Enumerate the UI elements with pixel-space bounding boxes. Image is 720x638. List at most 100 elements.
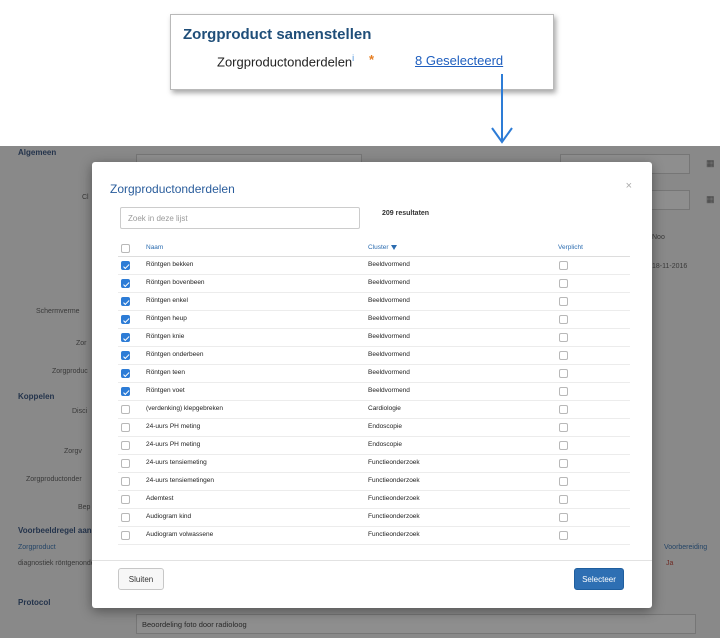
required-marker: * xyxy=(369,52,375,67)
table-row[interactable]: 24-uurs PH meting Endoscopie xyxy=(118,419,630,437)
row-select-checkbox[interactable] xyxy=(121,423,130,432)
table-row[interactable]: Röntgen bovenbeen Beeldvormend xyxy=(118,275,630,293)
search-input[interactable] xyxy=(120,207,360,229)
checkbox-icon xyxy=(559,261,568,270)
cell-cluster: Beeldvormend xyxy=(368,261,410,268)
row-verplicht-checkbox[interactable] xyxy=(559,405,568,414)
row-verplicht-checkbox[interactable] xyxy=(559,477,568,486)
cell-naam: 24-uurs tensiemeting xyxy=(146,459,207,466)
result-count: 209 resultaten xyxy=(382,210,430,217)
select-button[interactable]: Selecteer xyxy=(574,568,624,590)
cell-naam: Röntgen voet xyxy=(146,387,185,394)
filter-icon[interactable] xyxy=(390,244,397,250)
screenshot-root: Zorgproduct samenstellen Zorgproductonde… xyxy=(0,0,720,638)
info-icon[interactable]: i xyxy=(352,53,354,63)
cell-cluster: Functieonderzoek xyxy=(368,495,420,502)
field-label-text: Zorgproductonderdelen xyxy=(217,54,353,70)
row-verplicht-checkbox[interactable] xyxy=(559,459,568,468)
row-select-checkbox[interactable] xyxy=(121,531,130,540)
checkbox-icon xyxy=(121,531,130,540)
checkbox-icon xyxy=(559,369,568,378)
table-row[interactable]: 24-uurs tensiemetingen Functieonderzoek xyxy=(118,473,630,491)
column-header-naam[interactable]: Naam xyxy=(146,244,163,251)
modal-title: Zorgproductonderdelen xyxy=(110,182,235,196)
table-row[interactable]: Röntgen enkel Beeldvormend xyxy=(118,293,630,311)
selection-modal: Zorgproductonderdelen × 209 resultaten N… xyxy=(92,162,652,608)
column-header-cluster[interactable]: Cluster xyxy=(368,244,397,251)
checkbox-icon xyxy=(121,477,130,486)
cell-cluster: Functieonderzoek xyxy=(368,459,420,466)
row-verplicht-checkbox[interactable] xyxy=(559,261,568,270)
selected-count-link[interactable]: 8 Geselecteerd xyxy=(415,53,503,68)
table-row[interactable]: Ademtest Functieonderzoek xyxy=(118,491,630,509)
close-button[interactable]: Sluiten xyxy=(118,568,164,590)
cell-cluster: Endoscopie xyxy=(368,441,402,448)
row-select-checkbox[interactable] xyxy=(121,405,130,414)
row-select-checkbox[interactable] xyxy=(121,333,130,342)
row-verplicht-checkbox[interactable] xyxy=(559,441,568,450)
cell-naam: 24-uurs PH meting xyxy=(146,423,201,430)
row-select-checkbox[interactable] xyxy=(121,459,130,468)
table-row[interactable]: Audiogram volwassene Functieonderzoek xyxy=(118,527,630,545)
checkbox-icon xyxy=(559,297,568,306)
checkbox-icon xyxy=(121,244,130,253)
row-verplicht-checkbox[interactable] xyxy=(559,387,568,396)
table-row[interactable]: 24-uurs tensiemeting Functieonderzoek xyxy=(118,455,630,473)
row-select-checkbox[interactable] xyxy=(121,441,130,450)
row-verplicht-checkbox[interactable] xyxy=(559,279,568,288)
cell-naam: Röntgen bovenbeen xyxy=(146,279,205,286)
cell-naam: (verdenking) klepgebreken xyxy=(146,405,223,412)
close-icon[interactable]: × xyxy=(626,180,632,192)
cell-cluster: Endoscopie xyxy=(368,423,402,430)
row-verplicht-checkbox[interactable] xyxy=(559,513,568,522)
row-select-checkbox[interactable] xyxy=(121,369,130,378)
column-header-cluster-label: Cluster xyxy=(368,244,389,251)
row-verplicht-checkbox[interactable] xyxy=(559,495,568,504)
checkbox-icon xyxy=(559,351,568,360)
checkbox-icon xyxy=(121,369,130,378)
table-row[interactable]: 24-uurs PH meting Endoscopie xyxy=(118,437,630,455)
checkbox-icon xyxy=(121,459,130,468)
table-row[interactable]: Röntgen heup Beeldvormend xyxy=(118,311,630,329)
row-select-checkbox[interactable] xyxy=(121,297,130,306)
table-row[interactable]: (verdenking) klepgebreken Cardiologie xyxy=(118,401,630,419)
checkbox-icon xyxy=(559,477,568,486)
cell-naam: Röntgen teen xyxy=(146,369,186,376)
checkbox-icon xyxy=(559,513,568,522)
row-verplicht-checkbox[interactable] xyxy=(559,333,568,342)
cell-naam: Röntgen enkel xyxy=(146,297,188,304)
table-row[interactable]: Röntgen knie Beeldvormend xyxy=(118,329,630,347)
checkbox-icon xyxy=(559,279,568,288)
cell-cluster: Beeldvormend xyxy=(368,315,410,322)
checkbox-icon xyxy=(121,441,130,450)
cell-cluster: Functieonderzoek xyxy=(368,513,420,520)
row-select-checkbox[interactable] xyxy=(121,477,130,486)
row-select-checkbox[interactable] xyxy=(121,315,130,324)
row-verplicht-checkbox[interactable] xyxy=(559,423,568,432)
table-row[interactable]: Röntgen teen Beeldvormend xyxy=(118,365,630,383)
cell-cluster: Beeldvormend xyxy=(368,279,410,286)
row-verplicht-checkbox[interactable] xyxy=(559,315,568,324)
cell-cluster: Functieonderzoek xyxy=(368,531,420,538)
row-verplicht-checkbox[interactable] xyxy=(559,369,568,378)
row-select-checkbox[interactable] xyxy=(121,495,130,504)
row-select-checkbox[interactable] xyxy=(121,387,130,396)
cell-naam: Ademtest xyxy=(146,495,174,502)
select-all-checkbox[interactable] xyxy=(121,244,130,253)
field-label: Zorgproductonderdeleni xyxy=(217,53,354,69)
row-select-checkbox[interactable] xyxy=(121,351,130,360)
cell-cluster: Beeldvormend xyxy=(368,333,410,340)
table-row[interactable]: Röntgen onderbeen Beeldvormend xyxy=(118,347,630,365)
row-verplicht-checkbox[interactable] xyxy=(559,351,568,360)
row-verplicht-checkbox[interactable] xyxy=(559,531,568,540)
row-select-checkbox[interactable] xyxy=(121,513,130,522)
row-select-checkbox[interactable] xyxy=(121,261,130,270)
column-header-verplicht: Verplicht xyxy=(558,244,583,251)
table-row[interactable]: Röntgen voet Beeldvormend xyxy=(118,383,630,401)
checkbox-icon xyxy=(121,261,130,270)
table-row[interactable]: Audiogram kind Functieonderzoek xyxy=(118,509,630,527)
table-row[interactable]: Röntgen bekken Beeldvormend xyxy=(118,257,630,275)
row-select-checkbox[interactable] xyxy=(121,279,130,288)
cell-naam: 24-uurs tensiemetingen xyxy=(146,477,214,484)
row-verplicht-checkbox[interactable] xyxy=(559,297,568,306)
